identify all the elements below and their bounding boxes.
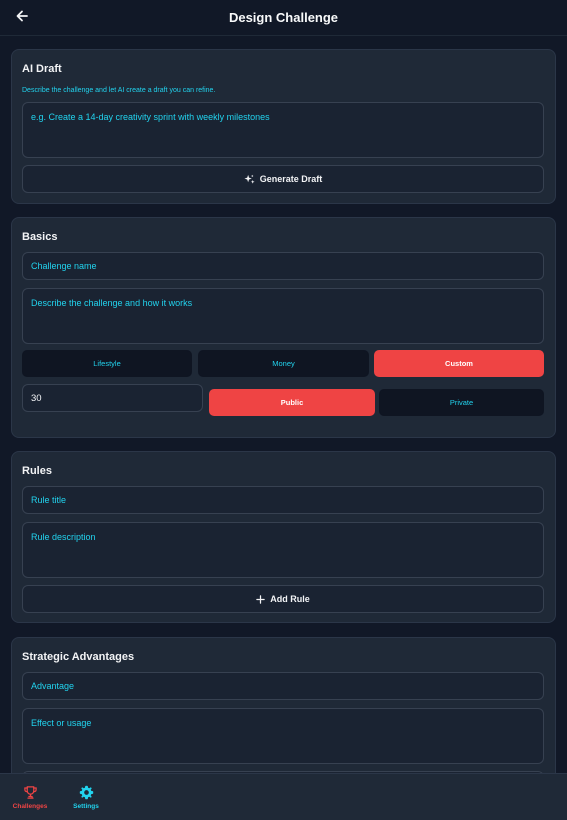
add-rule-label: Add Rule: [270, 594, 310, 604]
category-custom-button[interactable]: Custom: [374, 350, 544, 377]
advantage-effect-input[interactable]: Effect or usage: [22, 708, 544, 764]
basics-card: Basics Challenge name Describe the chall…: [11, 217, 556, 438]
generate-draft-button[interactable]: Generate Draft: [22, 165, 544, 193]
ai-prompt-input[interactable]: e.g. Create a 14-day creativity sprint w…: [22, 102, 544, 158]
nav-settings[interactable]: Settings: [61, 774, 111, 820]
rule-description-input[interactable]: Rule description: [22, 522, 544, 578]
rules-card: Rules Rule title Rule description Add Ru…: [11, 451, 556, 623]
challenge-name-input[interactable]: Challenge name: [22, 252, 544, 280]
nav-challenges[interactable]: Challenges: [5, 774, 55, 820]
duration-days-input[interactable]: 30: [22, 384, 203, 412]
page-title: Design Challenge: [228, 10, 339, 25]
rules-title: Rules: [22, 465, 52, 477]
nav-challenges-label: Challenges: [12, 803, 48, 810]
basics-title: Basics: [22, 231, 58, 243]
advantages-title: Strategic Advantages: [22, 651, 135, 663]
generate-draft-label: Generate Draft: [259, 174, 323, 184]
ai-draft-card: AI Draft Describe the challenge and let …: [11, 49, 556, 204]
arrow-left-icon: [16, 10, 28, 22]
back-button[interactable]: [12, 6, 32, 26]
visibility-public-button[interactable]: Public: [209, 389, 375, 416]
advantage-input[interactable]: Advantage: [22, 672, 544, 700]
ai-draft-title: AI Draft: [22, 63, 62, 75]
trophy-icon: [23, 786, 37, 799]
app-header: Design Challenge: [0, 0, 567, 36]
nav-settings-label: Settings: [73, 803, 99, 810]
add-rule-button[interactable]: Add Rule: [22, 585, 544, 613]
category-lifestyle-button[interactable]: Lifestyle: [22, 350, 192, 377]
plus-icon: [256, 594, 265, 604]
advantages-card: Strategic Advantages Advantage Effect or…: [11, 637, 556, 773]
category-money-button[interactable]: Money: [198, 350, 369, 377]
ai-draft-helper: Describe the challenge and let AI create…: [22, 87, 216, 94]
visibility-private-button[interactable]: Private: [379, 389, 544, 416]
bottom-nav: Challenges Settings: [0, 773, 567, 820]
gear-icon: [79, 785, 93, 800]
form-scroll-area[interactable]: AI Draft Describe the challenge and let …: [0, 36, 567, 773]
rule-title-input[interactable]: Rule title: [22, 486, 544, 514]
sparkle-icon: [244, 174, 255, 185]
challenge-description-input[interactable]: Describe the challenge and how it works: [22, 288, 544, 344]
